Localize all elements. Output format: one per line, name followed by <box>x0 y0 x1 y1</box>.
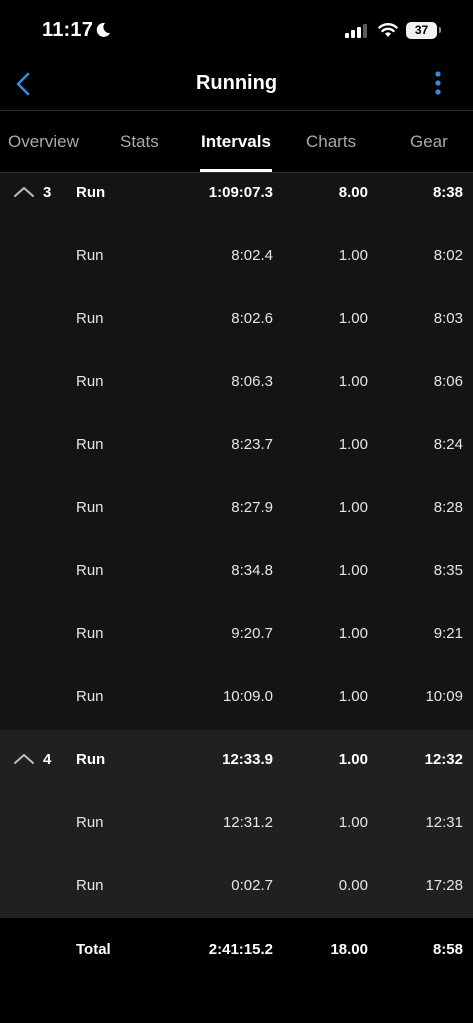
lap-pace: 17:28 <box>425 877 463 894</box>
lap-time: 8:27.9 <box>231 499 273 516</box>
tab-intervals[interactable]: Intervals <box>201 132 271 152</box>
lap-distance: 0.00 <box>338 877 368 894</box>
tab-gear[interactable]: Gear <box>410 132 448 152</box>
page-title: Running <box>195 72 278 94</box>
lap-pace: 8:03 <box>433 310 463 327</box>
total-distance: 18.00 <box>330 941 368 958</box>
battery-icon: 37 <box>406 22 437 39</box>
lap-time: 0:02.7 <box>231 877 273 894</box>
lap-name: Run <box>76 373 104 390</box>
nav-bar: Running <box>0 62 473 111</box>
lap-distance: 1.00 <box>338 562 368 579</box>
lap-time: 8:06.3 <box>231 373 273 390</box>
lap-time: 9:20.7 <box>231 625 273 642</box>
total-label: Total <box>76 941 111 958</box>
chevron-up-icon[interactable] <box>13 752 35 766</box>
total-row: Total 2:41:15.2 18.00 8:58 <box>0 918 473 981</box>
lap-name: Run <box>76 688 104 705</box>
tab-charts[interactable]: Charts <box>306 132 356 152</box>
lap-pace: 10:09 <box>425 688 463 705</box>
lap-pace: 9:21 <box>433 625 463 642</box>
interval-number: 3 <box>43 184 52 201</box>
lap-pace: 8:38 <box>432 184 463 201</box>
lap-name: Run <box>76 436 104 453</box>
lap-pace: 8:28 <box>433 499 463 516</box>
signal-icon <box>345 24 367 38</box>
lap-distance: 1.00 <box>338 751 368 768</box>
lap-pace: 8:06 <box>433 373 463 390</box>
tab-overview[interactable]: Overview <box>8 132 79 152</box>
lap-name: Run <box>76 751 106 768</box>
lap-time: 8:02.4 <box>231 247 273 264</box>
lap-time: 1:09:07.3 <box>208 184 273 201</box>
lap-distance: 1.00 <box>338 688 368 705</box>
lap-row[interactable]: Run 8:02.4 1.00 8:02 <box>0 236 473 299</box>
lap-time: 12:31.2 <box>222 814 273 831</box>
lap-row[interactable]: Run 9:20.7 1.00 9:21 <box>0 614 473 677</box>
vertical-ellipsis-icon[interactable] <box>430 69 446 99</box>
lap-time: 10:09.0 <box>222 688 273 705</box>
status-bar: 11:17 37 <box>0 0 473 62</box>
active-tab-indicator <box>200 169 272 172</box>
chevron-up-icon[interactable] <box>13 185 35 199</box>
interval-summary-row[interactable]: 3 Run 1:09:07.3 8.00 8:38 <box>0 173 473 236</box>
lap-row[interactable]: Run 8:02.6 1.00 8:03 <box>0 299 473 362</box>
lap-distance: 1.00 <box>338 373 368 390</box>
lap-name: Run <box>76 184 106 201</box>
lap-row[interactable]: Run 8:23.7 1.00 8:24 <box>0 425 473 488</box>
lap-name: Run <box>76 562 104 579</box>
total-pace: 8:58 <box>432 941 463 958</box>
lap-name: Run <box>76 625 104 642</box>
status-time: 11:17 <box>42 19 94 41</box>
interval-group-4: 4 Run 12:33.9 1.00 12:32 Run 12:31.2 1.0… <box>0 730 473 918</box>
lap-time: 12:33.9 <box>222 751 273 768</box>
lap-pace: 12:32 <box>424 751 463 768</box>
moon-icon <box>96 22 110 37</box>
lap-row[interactable]: Run 12:31.2 1.00 12:31 <box>0 803 473 866</box>
lap-pace: 8:24 <box>433 436 463 453</box>
lap-distance: 1.00 <box>338 625 368 642</box>
lap-row[interactable]: Run 8:34.8 1.00 8:35 <box>0 551 473 614</box>
interval-summary-row[interactable]: 4 Run 12:33.9 1.00 12:32 <box>0 740 473 803</box>
lap-distance: 1.00 <box>338 436 368 453</box>
lap-row[interactable]: Run 8:27.9 1.00 8:28 <box>0 488 473 551</box>
lap-distance: 1.00 <box>338 247 368 264</box>
total-time: 2:41:15.2 <box>208 941 273 958</box>
tab-stats[interactable]: Stats <box>120 132 159 152</box>
lap-name: Run <box>76 310 104 327</box>
battery-nub <box>439 27 441 33</box>
lap-pace: 8:35 <box>433 562 463 579</box>
lap-name: Run <box>76 877 104 894</box>
interval-group-3: 3 Run 1:09:07.3 8.00 8:38 Run 8:02.4 1.0… <box>0 173 473 730</box>
lap-distance: 1.00 <box>338 310 368 327</box>
lap-name: Run <box>76 247 104 264</box>
lap-pace: 8:02 <box>433 247 463 264</box>
wifi-icon <box>378 23 398 37</box>
tab-bar: Overview Stats Intervals Charts Gear <box>0 111 473 173</box>
lap-row[interactable]: Run 8:06.3 1.00 8:06 <box>0 362 473 425</box>
lap-time: 8:02.6 <box>231 310 273 327</box>
interval-number: 4 <box>43 751 52 768</box>
lap-distance: 8.00 <box>338 184 368 201</box>
lap-name: Run <box>76 814 104 831</box>
lap-distance: 1.00 <box>338 499 368 516</box>
lap-pace: 12:31 <box>425 814 463 831</box>
lap-distance: 1.00 <box>338 814 368 831</box>
lap-time: 8:34.8 <box>231 562 273 579</box>
lap-time: 8:23.7 <box>231 436 273 453</box>
lap-name: Run <box>76 499 104 516</box>
